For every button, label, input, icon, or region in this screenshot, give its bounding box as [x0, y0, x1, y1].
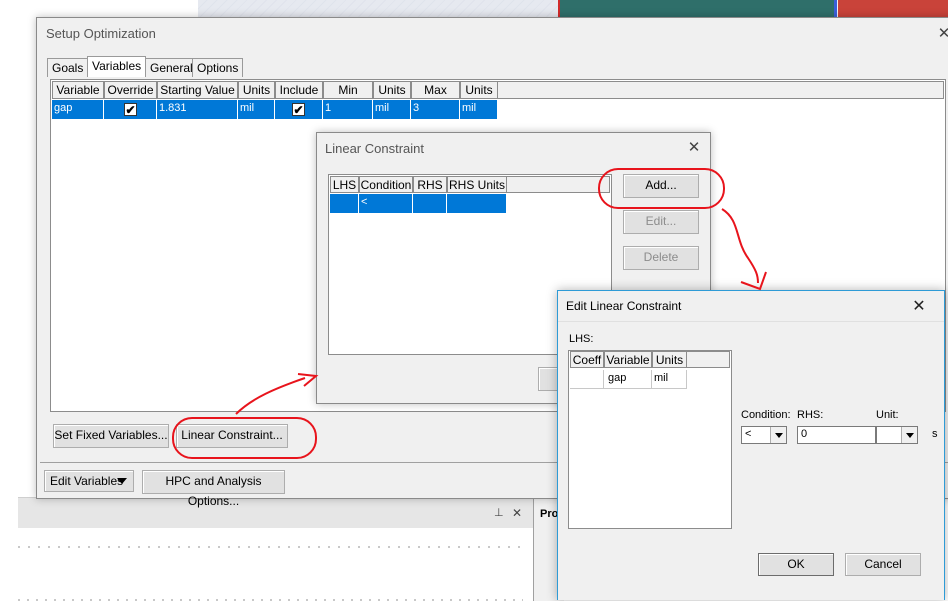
annotation-arrows	[235, 208, 767, 415]
arrow-path-2	[721, 208, 759, 284]
arrow-head-2	[740, 271, 767, 291]
arrow-path-1	[235, 377, 306, 415]
